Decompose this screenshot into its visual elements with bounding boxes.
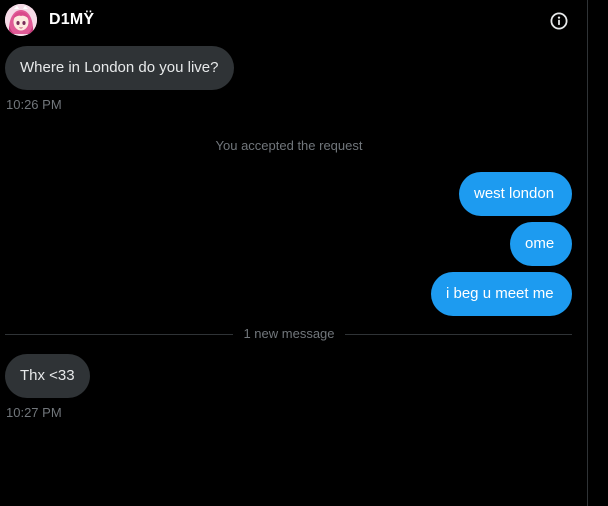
new-message-divider-line [5,334,233,335]
avatar[interactable] [5,4,37,36]
dm-conversation: D1MŸ Where in London do you live? 10:26 … [0,0,608,506]
info-icon[interactable] [549,11,569,31]
system-message: You accepted the request [215,138,363,153]
new-message-divider: 1 new message [243,326,335,341]
panel-border [587,0,588,506]
anime-avatar-icon [5,4,37,36]
conversation-title[interactable]: D1MŸ [49,11,94,29]
message-bubble-outgoing[interactable]: west london [459,172,572,216]
message-bubble-incoming[interactable]: Thx <33 [5,354,90,398]
message-bubble-outgoing[interactable]: ome [510,222,572,266]
message-timestamp: 10:27 PM [6,405,62,420]
message-bubble-incoming[interactable]: Where in London do you live? [5,46,234,90]
message-timestamp: 10:26 PM [6,97,62,112]
new-message-divider-line [345,334,572,335]
message-bubble-outgoing[interactable]: i beg u meet me [431,272,572,316]
conversation-header: D1MŸ [0,0,587,42]
